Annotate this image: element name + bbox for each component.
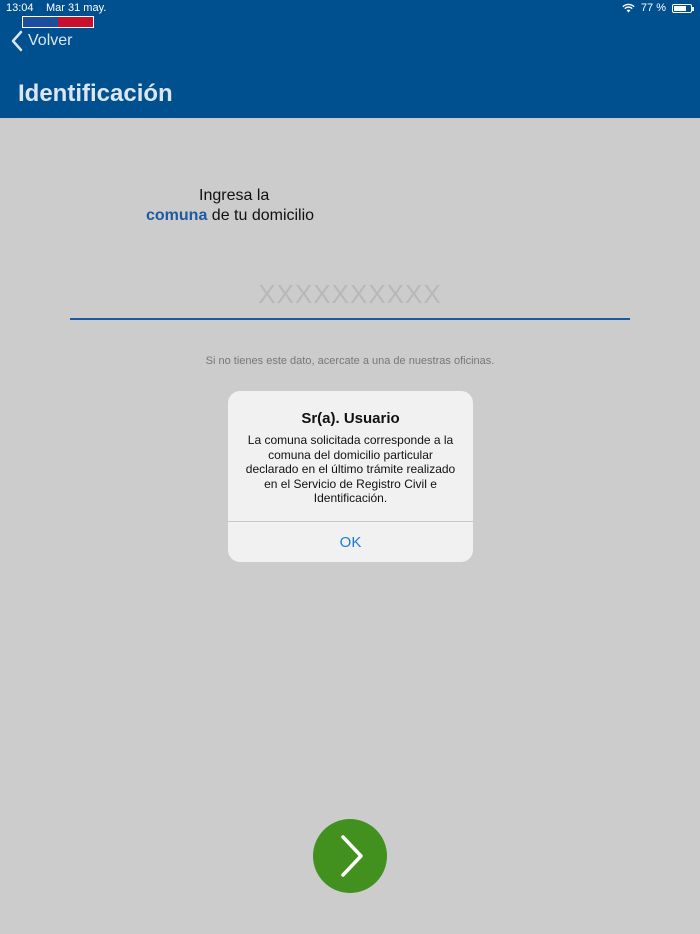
wifi-icon (622, 3, 635, 13)
back-label: Volver (28, 32, 73, 49)
hint-text: Si no tienes este dato, acercate a una d… (205, 355, 495, 367)
prompt-line2: comuna de tu domicilio (146, 206, 314, 226)
chevron-right-icon (341, 835, 363, 877)
app-header: 13:04 Mar 31 may. 77 % Volver Identifica… (0, 0, 700, 118)
battery-percent: 77 % (640, 2, 666, 14)
back-button[interactable]: Volver (10, 30, 72, 52)
form-prompt: Ingresa la comuna de tu domicilio (146, 186, 314, 226)
prompt-highlight: comuna (146, 207, 208, 224)
battery-level (674, 5, 687, 11)
status-bar: 13:04 Mar 31 may. 77 % (0, 0, 700, 28)
chevron-left-icon (11, 30, 23, 52)
next-button[interactable] (313, 819, 387, 893)
comuna-input[interactable] (70, 270, 630, 320)
alert-title: Sr(a). Usuario (301, 410, 400, 427)
alert-dialog: Sr(a). Usuario La comuna solicitada corr… (228, 391, 473, 562)
alert-ok-button[interactable]: OK (228, 522, 473, 562)
alert-message: La comuna solicitada corresponde a la co… (245, 433, 456, 506)
battery-icon (672, 3, 694, 13)
page-title: Identificación (18, 80, 173, 107)
status-date: Mar 31 may. (46, 2, 107, 14)
status-time: 13:04 (6, 2, 34, 14)
flag-blue-band (23, 17, 58, 27)
flag-logo (22, 16, 94, 28)
status-indicators: 77 % (622, 2, 694, 14)
flag-red-band (58, 17, 93, 27)
prompt-rest: de tu domicilio (207, 207, 315, 224)
prompt-line1: Ingresa la (199, 187, 270, 204)
